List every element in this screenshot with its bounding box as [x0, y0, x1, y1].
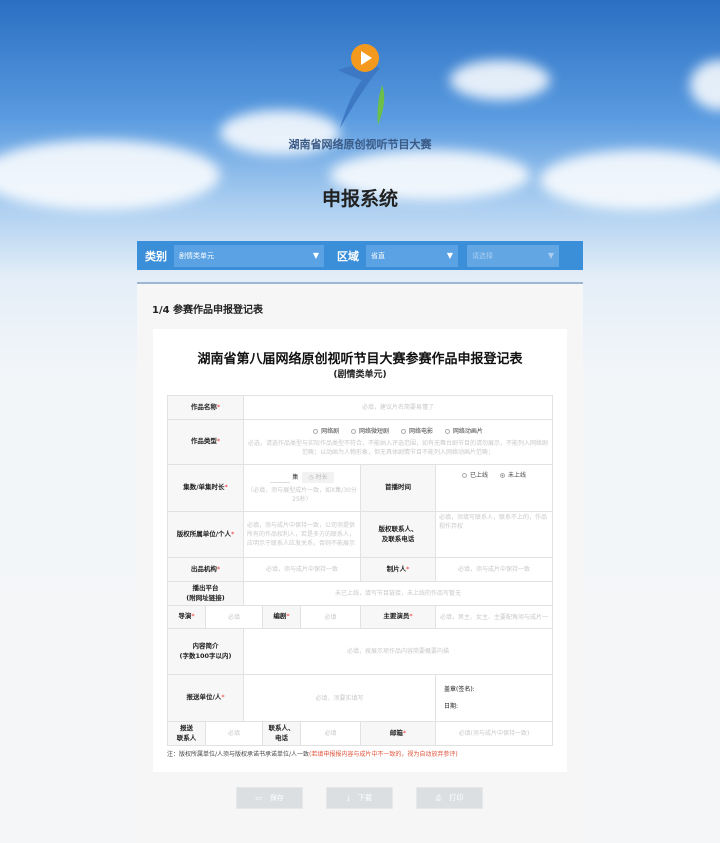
form-panel: 1/4 参赛作品申报登记表 湖南省第八届网络原创视听节目大赛参赛作品申报登记表 … [137, 282, 583, 843]
type-hint: 必选，请选作品类型与实际作品类型不符合，不能纳入评选范围，如有无舞台剧节目的请勿… [248, 440, 549, 456]
actors-input[interactable]: 必填，男主、女主、主要配角须与成片一 [434, 605, 554, 629]
category-value: 剧情类单元 [179, 251, 214, 260]
episodes-input[interactable] [270, 473, 291, 483]
duration-input[interactable]: ◷ 时长 [302, 472, 334, 483]
type-field: 网络剧 网络微短剧 网络电影 网络动画片 必选，请选作品类型与实际作品类型不符合… [242, 419, 554, 465]
category-select[interactable]: 剧情类单元 ▼ [174, 244, 324, 267]
type-radio-web-movie[interactable]: 网络电影 [400, 427, 433, 436]
province-select[interactable]: 省直 ▼ [366, 244, 458, 267]
actors-label: 主要演员* [360, 605, 436, 629]
rights-contact-input[interactable]: 必填，须填写联系人，联系不上的，作品视作弃权 [434, 511, 554, 558]
seal-field: 盖章(签名): 日期: [434, 674, 554, 722]
episodes-hint: （必填，须与展型成片一致，如X集/30分25秒） [247, 487, 357, 503]
save-icon: ▭ [255, 794, 262, 802]
logo-text: 湖南省网络原创视听节目大赛 [288, 138, 432, 151]
producer-org-label: 出品机构* [167, 557, 244, 582]
premiere-field: 已上线 未上线 [434, 464, 554, 512]
episodes-field: 集 ◷ 时长 （必填，须与展型成片一致，如X集/30分25秒） [243, 464, 361, 512]
print-button[interactable]: ⎙ 打印 [416, 787, 483, 809]
name-label: 作品名称* [167, 395, 244, 420]
premiere-radio-online[interactable]: 已上线 [462, 471, 488, 480]
submitter-input[interactable]: 必填，须要实填写 [243, 674, 436, 722]
writer-label: 编剧* [262, 605, 301, 629]
episodes-label: 集数/单集时长* [167, 464, 244, 512]
region-label: 区域 [337, 249, 359, 263]
contact-input[interactable]: 必填 [205, 721, 263, 746]
category-label: 类别 [145, 249, 167, 263]
director-input[interactable]: 必填 [205, 605, 263, 629]
contest-logo [338, 44, 385, 128]
chevron-down-icon: ▼ [312, 251, 319, 260]
intro-input[interactable]: 必填，按展示项作品内容简要概要内描 [242, 628, 554, 675]
city-placeholder: 请选择 [472, 251, 493, 260]
submitter-label: 报送单位/人* [167, 674, 244, 722]
form-card: 湖南省第八届网络原创视听节目大赛参赛作品申报登记表 (剧情类单元) 作品名称* … [153, 329, 567, 772]
system-title: 申报系统 [321, 188, 398, 210]
platform-label: 播出平台 (附网址链接) [167, 581, 244, 606]
form-subtitle: (剧情类单元) [333, 370, 387, 380]
producer-org-input[interactable]: 必填，须与成片中保持一致 [243, 557, 361, 582]
rights-owner-input[interactable]: 必填，须与成片中保持一致，公司须提供所有的作品权利人，若是多方的联系人，应明示于… [243, 511, 361, 558]
registration-table: 作品名称* 必填，建议片名简要易懂了 作品类型* 网络剧 网络微短剧 网络电影 … [167, 395, 554, 746]
chevron-down-icon: ▼ [446, 251, 453, 260]
download-button[interactable]: ⤓ 下载 [326, 787, 393, 809]
producer-input[interactable]: 必填，须与成片中保持一致 [434, 557, 554, 582]
phone-input[interactable]: 必填 [300, 721, 361, 746]
form-note: 注：版权所属单位/人须与版权承诺书承诺单位/人一致(若填申报报内容与成片中不一致… [167, 751, 458, 758]
writer-input[interactable]: 必填 [300, 605, 361, 629]
chevron-down-icon: ▼ [547, 251, 554, 260]
city-select[interactable]: 请选择 ▼ [467, 244, 559, 267]
platform-input[interactable]: 未已上线，填写节目链接，未上线的作品写暂无 [242, 581, 554, 606]
print-icon: ⎙ [435, 793, 442, 802]
filter-bar: 类别 剧情类单元 ▼ 区域 省直 ▼ 请选择 ▼ [137, 241, 583, 270]
name-input[interactable]: 必填，建议片名简要易懂了 [242, 395, 554, 420]
intro-label: 内容简介 (字数100字以内) [167, 628, 244, 675]
download-icon: ⤓ [346, 793, 351, 802]
save-button[interactable]: ▭ 保存 [236, 787, 303, 809]
phone-label: 联系人、 电话 [262, 721, 301, 746]
email-label: 邮箱* [360, 721, 436, 746]
director-label: 导演* [167, 605, 206, 629]
type-radio-web-animation[interactable]: 网络动画片 [444, 427, 483, 436]
form-title: 湖南省第八届网络原创视听节目大赛参赛作品申报登记表 [197, 352, 523, 367]
episodes-unit: 集 [292, 474, 299, 481]
premiere-radio-offline[interactable]: 未上线 [499, 471, 526, 480]
premiere-label: 首播时间 [360, 464, 436, 512]
province-value: 省直 [371, 251, 385, 260]
contact-label: 报送 联系人 [167, 721, 206, 746]
email-input[interactable]: 必填(须与成片中保持一致) [434, 721, 554, 746]
type-label: 作品类型* [167, 419, 244, 465]
type-radio-micro-drama[interactable]: 网络微短剧 [351, 427, 389, 436]
producer-label: 制片人* [360, 557, 436, 582]
type-radio-web-series[interactable]: 网络剧 [313, 427, 339, 436]
rights-contact-label: 版权联系人、 及联系电话 [360, 511, 436, 558]
rights-owner-label: 版权所属单位/个人* [167, 511, 244, 558]
step-title: 1/4 参赛作品申报登记表 [152, 305, 264, 316]
